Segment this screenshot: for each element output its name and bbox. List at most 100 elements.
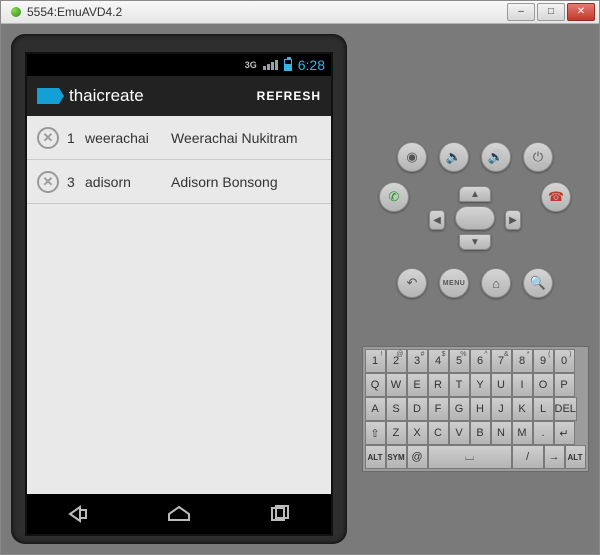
nav-back-icon[interactable] [64,504,92,524]
key-d[interactable]: D [407,397,428,421]
hw-back-button[interactable]: ↶ [397,268,427,298]
key-9[interactable]: 9( [533,349,554,373]
key-↵[interactable]: ↵ [554,421,575,445]
app-title: thaicreate [69,86,247,106]
end-call-button[interactable]: ☎ [541,182,571,212]
record-list[interactable]: ✕ 1 weerachai Weerachai Nukitram ✕ 3 adi… [27,116,331,494]
key-s[interactable]: S [386,397,407,421]
key-.[interactable]: . [533,421,554,445]
key-p[interactable]: P [554,373,575,397]
key-k[interactable]: K [512,397,533,421]
key-a[interactable]: A [365,397,386,421]
key-1[interactable]: 1! [365,349,386,373]
device-frame: 3G 6:28 thaicreate REFRESH ✕ 1 weera [11,34,347,544]
status-bar[interactable]: 3G 6:28 [27,54,331,76]
row-username: weerachai [85,130,171,146]
key-7[interactable]: 7& [491,349,512,373]
device-screen: 3G 6:28 thaicreate REFRESH ✕ 1 weera [25,52,333,536]
power-button[interactable]: ⏻ [523,142,553,172]
key-4[interactable]: 4$ [428,349,449,373]
delete-icon[interactable]: ✕ [37,171,59,193]
volume-down-button[interactable]: 🔉 [439,142,469,172]
app-icon[interactable] [37,88,59,104]
camera-button[interactable]: ◉ [397,142,427,172]
emulator-body: 3G 6:28 thaicreate REFRESH ✕ 1 weera [1,24,599,554]
key-8[interactable]: 8* [512,349,533,373]
window-title: 5554:EmuAVD4.2 [27,5,507,19]
call-button[interactable]: ✆ [379,182,409,212]
window-titlebar[interactable]: 5554:EmuAVD4.2 – □ ✕ [1,1,599,24]
key-i[interactable]: I [512,373,533,397]
volume-up-button[interactable]: 🔊 [481,142,511,172]
android-icon [11,7,21,17]
key-b[interactable]: B [470,421,491,445]
network-3g-label: 3G [245,60,257,70]
app-bar: thaicreate REFRESH [27,76,331,116]
key-o[interactable]: O [533,373,554,397]
signal-icon [263,60,278,70]
list-item[interactable]: ✕ 1 weerachai Weerachai Nukitram [27,116,331,160]
key-→[interactable]: → [544,445,565,469]
key-alt[interactable]: ALT [565,445,586,469]
status-clock: 6:28 [298,57,325,73]
hardware-controls: ◉ 🔉 🔊 ⏻ ✆ ▲ ▼ ◀ ▶ ☎ ↶ MENU ⌂ [361,34,589,544]
key-x[interactable]: X [407,421,428,445]
nav-home-icon[interactable] [165,504,193,524]
key-g[interactable]: G [449,397,470,421]
key-q[interactable]: Q [365,373,386,397]
key-2[interactable]: 2@ [386,349,407,373]
refresh-button[interactable]: REFRESH [257,89,321,103]
row-id: 3 [67,174,85,190]
key-j[interactable]: J [491,397,512,421]
dpad-center[interactable] [455,206,495,230]
nav-recent-icon[interactable] [266,504,294,524]
row-fullname: Weerachai Nukitram [171,130,321,146]
key-sym[interactable]: SYM [386,445,407,469]
battery-icon [284,59,292,71]
key-t[interactable]: T [449,373,470,397]
key-del[interactable]: DEL [554,397,577,421]
hw-search-button[interactable]: 🔍 [523,268,553,298]
key-h[interactable]: H [470,397,491,421]
key-y[interactable]: Y [470,373,491,397]
minimize-button[interactable]: – [507,3,535,21]
key-@[interactable]: @ [407,445,428,469]
key-5[interactable]: 5% [449,349,470,373]
row-id: 1 [67,130,85,146]
key-w[interactable]: W [386,373,407,397]
key-e[interactable]: E [407,373,428,397]
key-6[interactable]: 6^ [470,349,491,373]
hw-home-button[interactable]: ⌂ [481,268,511,298]
key-c[interactable]: C [428,421,449,445]
dpad-up[interactable]: ▲ [459,186,491,202]
key-⇧[interactable]: ⇧ [365,421,386,445]
key-0[interactable]: 0) [554,349,575,373]
key-alt[interactable]: ALT [365,445,386,469]
delete-icon[interactable]: ✕ [37,127,59,149]
close-button[interactable]: ✕ [567,3,595,21]
dpad: ▲ ▼ ◀ ▶ [415,186,535,250]
dpad-down[interactable]: ▼ [459,234,491,250]
key-m[interactable]: M [512,421,533,445]
emulator-window: 5554:EmuAVD4.2 – □ ✕ 3G 6:28 thaicreate [0,0,600,555]
key-space[interactable]: ⌴ [428,445,512,469]
dpad-left[interactable]: ◀ [429,210,445,230]
key-/[interactable]: / [512,445,544,469]
key-l[interactable]: L [533,397,554,421]
dpad-right[interactable]: ▶ [505,210,521,230]
hw-menu-button[interactable]: MENU [439,268,469,298]
key-u[interactable]: U [491,373,512,397]
row-username: adisorn [85,174,171,190]
list-item[interactable]: ✕ 3 adisorn Adisorn Bonsong [27,160,331,204]
key-z[interactable]: Z [386,421,407,445]
maximize-button[interactable]: □ [537,3,565,21]
hardware-keyboard: 1!2@3#4$5%6^7&8*9(0) QWERTYUIOP ASDFGHJK… [362,346,589,472]
key-3[interactable]: 3# [407,349,428,373]
key-r[interactable]: R [428,373,449,397]
key-v[interactable]: V [449,421,470,445]
system-nav-bar [27,494,331,534]
window-buttons: – □ ✕ [507,3,595,21]
key-f[interactable]: F [428,397,449,421]
key-n[interactable]: N [491,421,512,445]
row-fullname: Adisorn Bonsong [171,174,321,190]
